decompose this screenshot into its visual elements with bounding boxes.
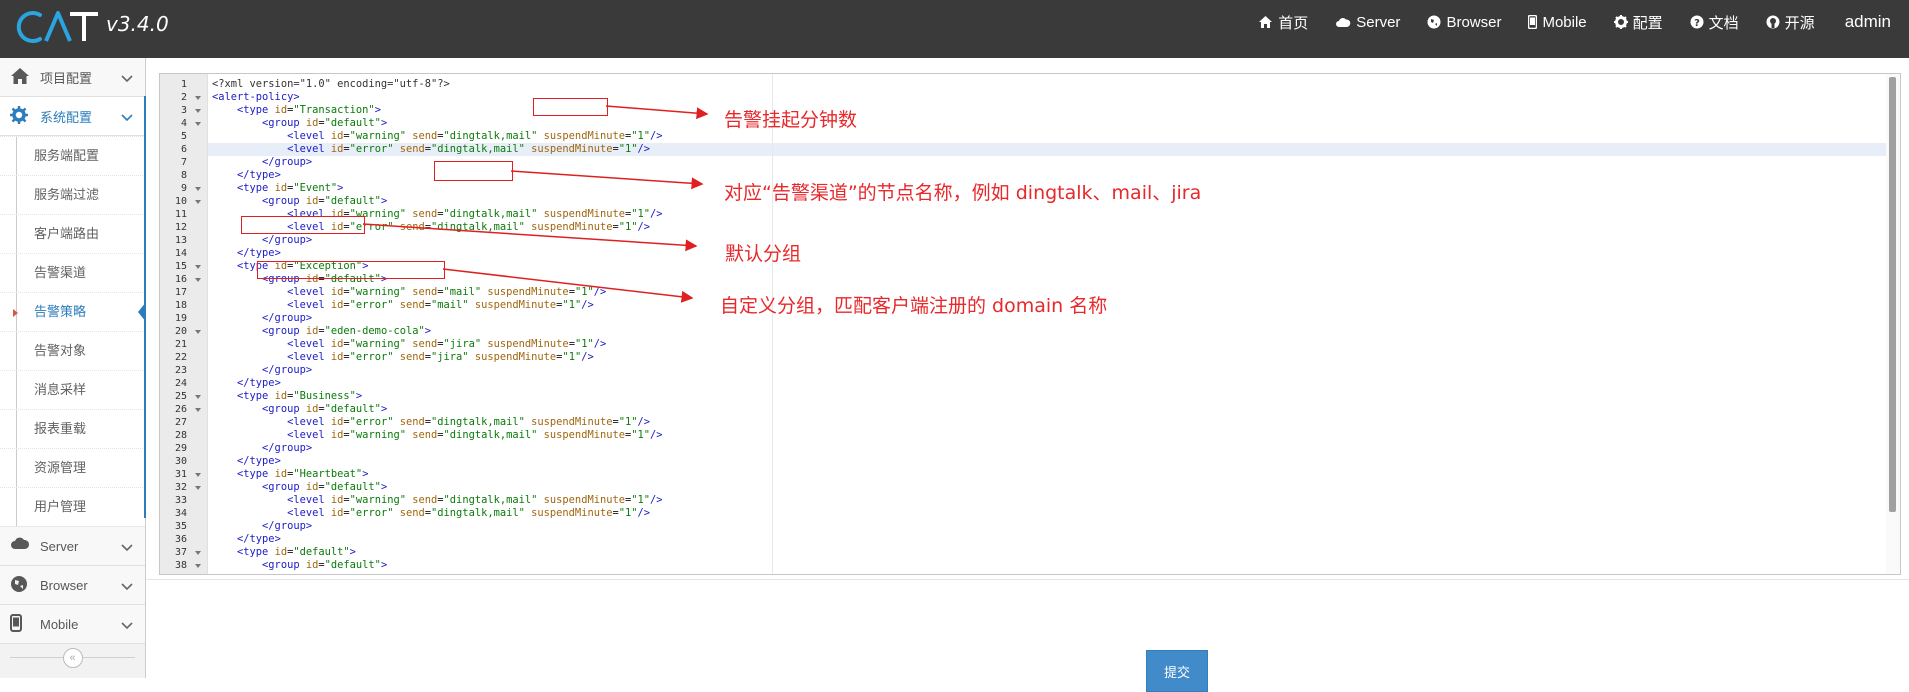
nav-docs-label: 文档 <box>1708 14 1739 32</box>
top-navbar: v3.4.0 首页 Server Browser Mobile 配置 ? 文档 … <box>0 0 1909 58</box>
cat-logo[interactable] <box>14 0 100 58</box>
main-content: 1 2 3 4 5 6 7 8 9 10 11 12 13 14 15 16 17 18 19 20 21 22 23 24 2… <box>146 58 1909 692</box>
annotation-send-channel: 对应“告警渠道”的节点名称，例如 dingtalk、mail、jira <box>724 182 1202 204</box>
sidebar-browser[interactable]: Browser <box>0 566 145 605</box>
home-icon <box>1258 15 1273 29</box>
sidebar-item-resource-mgmt[interactable]: 资源管理 <box>0 448 145 487</box>
sidebar-item-user-mgmt[interactable]: 用户管理 <box>0 487 145 526</box>
cat-logo-mark <box>16 11 98 43</box>
sidebar: 项目配置 系统配置 服务端配置 服务端过滤 客户端路由 告警渠道 告警策略 告警… <box>0 58 146 678</box>
arrow-default-group <box>362 223 698 252</box>
nav-config-label: 配置 <box>1632 14 1663 32</box>
sidebar-browser-label: Browser <box>40 577 88 593</box>
chevron-down-icon <box>121 578 133 594</box>
caret-right-icon <box>13 309 18 317</box>
github-icon <box>1766 15 1780 29</box>
sidebar-item-message-sampling[interactable]: 消息采样 <box>0 370 145 409</box>
cloud-icon <box>1335 16 1351 28</box>
sidebar-system-submenu: 服务端配置 服务端过滤 客户端路由 告警渠道 告警策略 告警对象 消息采样 报表… <box>0 136 146 527</box>
user-menu[interactable]: admin <box>1845 12 1891 32</box>
cloud-icon <box>10 536 30 556</box>
sidebar-system-config[interactable]: 系统配置 <box>0 97 145 136</box>
nav-mobile[interactable]: Mobile <box>1528 13 1587 31</box>
nav-opensource[interactable]: 开源 <box>1766 12 1815 33</box>
chevron-down-icon <box>121 70 133 86</box>
nav-home-label: 首页 <box>1278 14 1309 32</box>
nav-mobile-label: Mobile <box>1542 13 1587 31</box>
sidebar-mobile-label: Mobile <box>40 616 79 632</box>
sidebar-item-alert-policy-label: 告警策略 <box>34 304 87 319</box>
nav-server[interactable]: Server <box>1335 14 1400 31</box>
arrow-custom-group <box>442 268 694 303</box>
sidebar-project-config[interactable]: 项目配置 <box>0 58 145 97</box>
nav-docs[interactable]: ? 文档 <box>1690 12 1739 33</box>
top-nav-menu: 首页 Server Browser Mobile 配置 ? 文档 开源 admi… <box>1231 0 1891 44</box>
sidebar-item-alert-channel[interactable]: 告警渠道 <box>0 253 145 292</box>
question-circle-icon: ? <box>1690 15 1704 29</box>
home-icon <box>10 67 30 87</box>
nav-browser-label: Browser <box>1446 13 1502 31</box>
submit-button[interactable]: 提交 <box>1146 650 1208 692</box>
sidebar-server[interactable]: Server <box>0 527 145 566</box>
mobile-icon <box>10 614 30 634</box>
chevron-down-icon <box>121 617 133 633</box>
globe-icon <box>1427 15 1441 29</box>
arrow-suspend-minute <box>605 105 709 120</box>
mobile-icon <box>1528 15 1538 29</box>
chevron-down-icon <box>121 109 133 125</box>
sidebar-item-server-config[interactable]: 服务端配置 <box>0 136 145 175</box>
sidebar-item-report-reload[interactable]: 报表重载 <box>0 409 145 448</box>
annotation-suspend-minute: 告警挂起分钟数 <box>724 109 858 131</box>
sidebar-collapse: « <box>0 638 145 678</box>
gear-icon <box>1613 15 1628 29</box>
sidebar-item-alert-policy[interactable]: 告警策略 <box>0 292 146 331</box>
gear-icon <box>10 106 30 126</box>
annotation-arrows <box>362 105 709 303</box>
sidebar-item-alert-receiver[interactable]: 告警对象 <box>0 331 145 370</box>
version-label: v3.4.0 <box>106 12 169 36</box>
arrow-send-channel <box>510 170 704 190</box>
svg-text:?: ? <box>1694 18 1700 29</box>
nav-config[interactable]: 配置 <box>1613 12 1663 33</box>
double-chevron-left-icon[interactable]: « <box>62 648 83 668</box>
chevron-down-icon <box>121 539 133 555</box>
globe-icon <box>10 575 30 595</box>
nav-server-label: Server <box>1356 13 1401 31</box>
sidebar-item-server-filter[interactable]: 服务端过滤 <box>0 175 145 214</box>
form-divider <box>146 579 1909 580</box>
sidebar-system-config-label: 系统配置 <box>40 109 93 125</box>
annotation-default-group: 默认分组 <box>725 243 802 265</box>
sidebar-item-client-route[interactable]: 客户端路由 <box>0 214 145 253</box>
nav-home[interactable]: 首页 <box>1258 12 1308 33</box>
sidebar-server-label: Server <box>40 538 79 554</box>
sidebar-project-config-label: 项目配置 <box>40 70 93 86</box>
nav-opensource-label: 开源 <box>1784 14 1815 32</box>
annotation-custom-group: 自定义分组，匹配客户端注册的 domain 名称 <box>720 295 1108 317</box>
nav-browser[interactable]: Browser <box>1427 14 1501 31</box>
